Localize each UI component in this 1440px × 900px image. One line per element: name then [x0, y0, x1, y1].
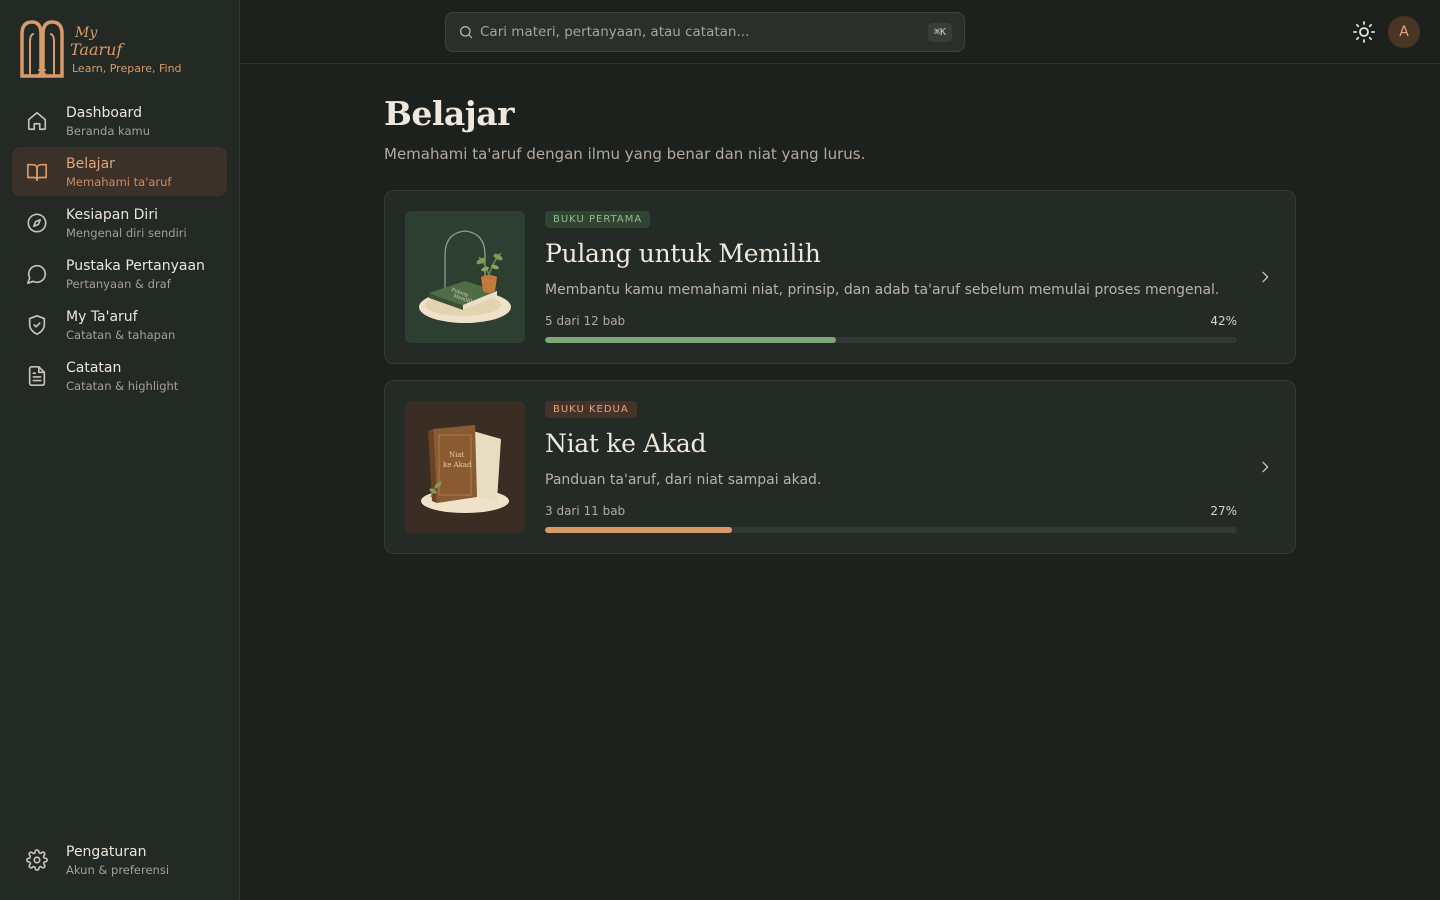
book-cover-image: Niat ke Akad	[405, 401, 525, 533]
search-input[interactable]	[480, 13, 910, 51]
avatar[interactable]: A	[1388, 16, 1420, 48]
shortcut-hint: ⌘K	[927, 23, 952, 42]
book-badge: BUKU KEDUA	[545, 401, 637, 418]
sidebar-item-pustaka-pertanyaan[interactable]: Pustaka Pertanyaan Pertanyaan & draf	[12, 249, 227, 298]
progress-fill	[545, 527, 732, 533]
compass-icon	[27, 213, 47, 233]
brand-tagline: Learn, Prepare, Find	[72, 62, 182, 75]
sidebar-footer: Pengaturan Akun & preferensi	[12, 835, 227, 886]
brand-word-line2: Taaruf	[70, 40, 125, 59]
sidebar-item-sub: Memahami ta'aruf	[66, 175, 172, 189]
sidebar-item-label: Belajar	[66, 156, 115, 172]
sidebar-item-label: Dashboard	[66, 105, 142, 121]
sidebar-item-label: Pustaka Pertanyaan	[66, 258, 205, 274]
book-description: Panduan ta'aruf, dari niat sampai akad.	[545, 472, 822, 488]
sidebar-item-sub: Akun & preferensi	[66, 863, 170, 877]
chevron-right-icon	[1262, 461, 1269, 473]
progress-bar	[545, 337, 1237, 343]
sidebar-item-sub: Catatan & highlight	[66, 379, 179, 393]
sidebar-item-my-taaruf[interactable]: My Ta'aruf Catatan & tahapan	[12, 300, 227, 349]
sidebar-item-label: Pengaturan	[66, 844, 147, 860]
page-subtitle: Memahami ta'aruf dengan ilmu yang benar …	[384, 145, 866, 163]
arch-logo-icon	[20, 20, 64, 78]
search-bar[interactable]: ⌘K	[445, 12, 965, 52]
sidebar-item-catatan[interactable]: Catatan Catatan & highlight	[12, 351, 227, 400]
book-open-icon	[27, 163, 47, 182]
search-icon	[460, 26, 473, 39]
progress-fill	[545, 337, 836, 343]
chevron-right-icon	[1262, 271, 1269, 283]
book-badge: BUKU PERTAMA	[545, 211, 651, 228]
book-description: Membantu kamu memahami niat, prinsip, da…	[545, 282, 1220, 298]
sidebar: My Taaruf Learn, Prepare, Find Dashboard…	[0, 0, 240, 900]
book-illustration-brown: Niat ke Akad	[421, 425, 509, 513]
progress-percent: 27%	[1210, 504, 1237, 518]
book-title: Pulang untuk Memilih	[545, 239, 821, 268]
book-title: Niat ke Akad	[545, 429, 707, 458]
brand-logo[interactable]: My Taaruf Learn, Prepare, Find	[20, 18, 220, 78]
brand-word-line1: My	[74, 25, 98, 41]
gear-icon	[26, 849, 48, 871]
cover-title-line2: ke Akad	[443, 461, 472, 469]
message-circle-icon	[27, 264, 47, 284]
sidebar-nav: Dashboard Beranda kamu Belajar Memahami …	[12, 96, 227, 402]
top-bar: ⌘K A	[240, 0, 1440, 64]
theme-toggle-sun-icon[interactable]	[1352, 20, 1376, 44]
sidebar-item-pengaturan[interactable]: Pengaturan Akun & preferensi	[12, 835, 227, 884]
sidebar-item-sub: Mengenal diri sendiri	[66, 226, 187, 240]
page-title: Belajar	[384, 94, 515, 133]
sidebar-item-dashboard[interactable]: Dashboard Beranda kamu	[12, 96, 227, 145]
cover-title-line1: Niat	[449, 451, 465, 459]
chapter-progress-label: 3 dari 11 bab	[545, 504, 626, 518]
sidebar-item-sub: Beranda kamu	[66, 124, 151, 138]
book-card-niat-ke-akad[interactable]: Niat ke Akad BUKU KEDUA Niat ke Akad Pan…	[384, 380, 1296, 554]
progress-bar	[545, 527, 1237, 533]
sidebar-item-kesiapan-diri[interactable]: Kesiapan Diri Mengenal diri sendiri	[12, 198, 227, 247]
brand-wordmark: My Taaruf	[70, 25, 125, 59]
sidebar-item-belajar[interactable]: Belajar Memahami ta'aruf	[12, 147, 227, 196]
book-illustration-green: Pulang Memilih	[419, 230, 511, 323]
sidebar-item-sub: Pertanyaan & draf	[66, 277, 171, 291]
book-card-pulang-untuk-memilih[interactable]: Pulang Memilih BUKU PERTAMA Pulang untuk…	[384, 190, 1296, 364]
sidebar-item-sub: Catatan & tahapan	[66, 328, 176, 342]
shield-check-icon	[28, 315, 46, 335]
sidebar-item-label: My Ta'aruf	[66, 309, 138, 325]
home-icon	[27, 111, 47, 131]
chapter-progress-label: 5 dari 12 bab	[545, 314, 626, 328]
file-text-icon	[28, 366, 46, 386]
book-cover-image: Pulang Memilih	[405, 211, 525, 343]
sidebar-item-label: Catatan	[66, 360, 122, 376]
sidebar-item-label: Kesiapan Diri	[66, 207, 158, 223]
progress-percent: 42%	[1210, 314, 1237, 328]
